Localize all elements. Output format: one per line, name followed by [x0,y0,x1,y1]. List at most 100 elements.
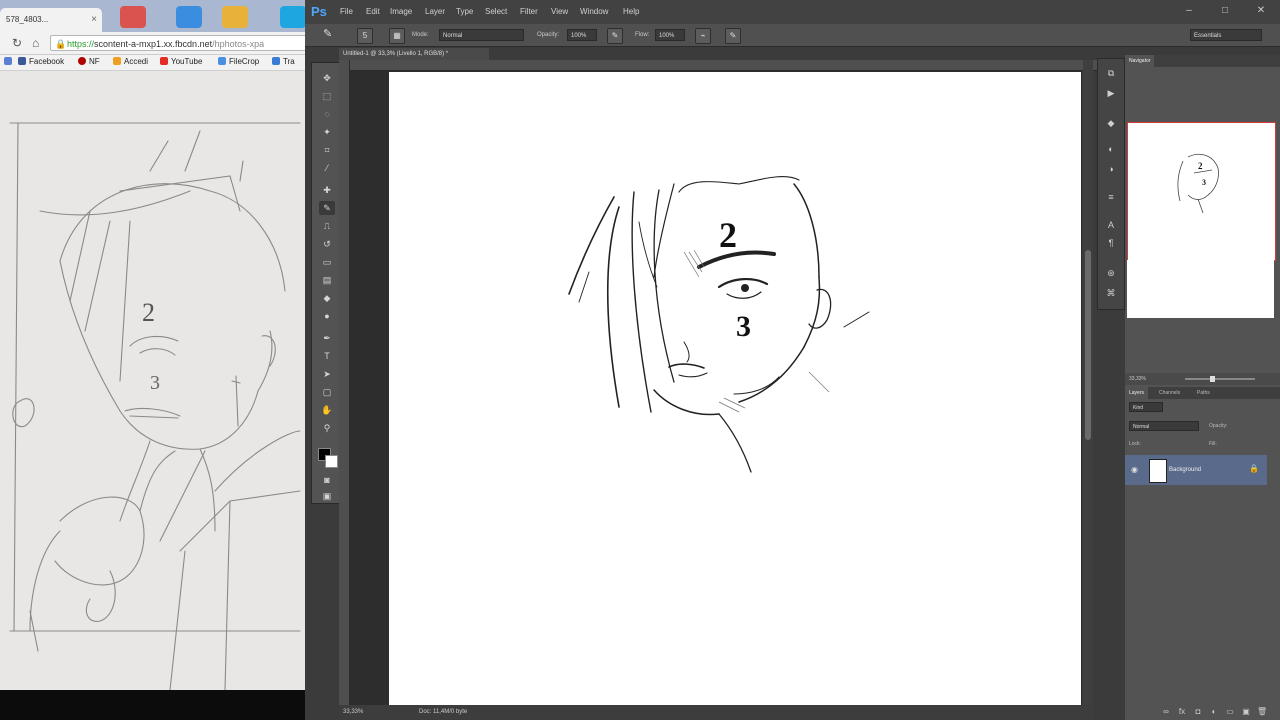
link-layers-icon[interactable]: ∞ [1161,707,1171,717]
brush-presets-icon[interactable]: ≡ [1104,191,1118,203]
add-mask-icon[interactable]: ◘ [1193,707,1203,717]
reload-icon[interactable]: ↻ [12,36,22,50]
document-tab[interactable]: Untitled-1 @ 33,3% (Livello 1, RGB/8) * [339,48,489,60]
move-tool-icon[interactable]: ✥ [319,71,335,85]
bookmark-item[interactable]: YouTube [160,57,202,66]
eye-icon[interactable]: ◉ [1131,465,1138,474]
navigator-preview[interactable]: 2 3 [1127,122,1276,261]
bookmark-apps[interactable] [4,57,15,66]
dodge-tool-icon[interactable]: ● [319,309,335,323]
marquee-tool-icon[interactable]: ⬚ [319,89,335,103]
layer-style-icon[interactable]: fx [1177,707,1187,717]
path-selection-tool-icon[interactable]: ➤ [319,367,335,381]
background-color-swatch[interactable] [325,455,338,468]
lasso-tool-icon[interactable]: ◌ [319,107,335,121]
zoom-tool-icon[interactable]: ⚲ [319,421,335,435]
menu-file[interactable]: File [340,0,353,24]
crop-tool-icon[interactable]: ⌗ [319,143,335,157]
document-canvas[interactable]: 2 3 [389,72,1081,705]
color-icon[interactable]: ◆ [1104,117,1118,129]
menu-type[interactable]: Type [456,0,473,24]
new-layer-icon[interactable]: ▣ [1241,707,1251,717]
layer-name[interactable]: Background [1169,455,1201,485]
actions-icon[interactable]: ▶ [1104,87,1118,99]
brush-panel-icon[interactable]: ▦ [389,28,405,44]
pinned-tab-icon[interactable] [120,6,146,28]
menu-filter[interactable]: Filter [520,0,538,24]
tab-channels[interactable]: Channels [1155,387,1184,399]
hand-tool-icon[interactable]: ✋ [319,403,335,417]
menu-image[interactable]: Image [390,0,412,24]
history-brush-tool-icon[interactable]: ↺ [319,237,335,251]
bookmark-item[interactable]: Accedi [113,57,148,66]
gradient-tool-icon[interactable]: ▤ [319,273,335,287]
pen-tool-icon[interactable]: ✒ [319,331,335,345]
brush-tool-icon[interactable]: ✎ [319,201,335,215]
opacity-field[interactable]: 100% [567,29,597,41]
close-icon[interactable]: ✕ [1243,0,1279,22]
scrollbar-thumb[interactable] [1085,250,1091,440]
pressure-size-icon[interactable]: ✎ [725,28,741,44]
minimize-icon[interactable]: – [1171,0,1207,22]
bookmark-item[interactable]: Facebook [18,57,64,66]
pressure-opacity-icon[interactable]: ✎ [607,28,623,44]
face-number-3: 3 [736,310,751,343]
navigator-zoom-value[interactable]: 33,33% [1129,373,1146,385]
options-bar: ✎ 5 ▦ Mode: Normal Opacity: 100% ✎ Flow:… [305,24,1280,47]
address-bar[interactable]: 🔒 https://scontent-a-mxp1.xx.fbcdn.net/h… [50,35,305,51]
adjustments-icon[interactable]: ◑ [1104,163,1118,175]
adjustment-layer-icon[interactable]: ◐ [1209,707,1219,717]
chrome-icon[interactable] [222,6,248,28]
new-group-icon[interactable]: ▭ [1225,707,1235,717]
tool-presets-icon[interactable]: ⌘ [1104,287,1118,299]
home-icon[interactable]: ⌂ [32,36,39,50]
swatches-icon[interactable]: ◐ [1104,143,1118,155]
skype-icon[interactable] [280,6,305,28]
clone-source-icon[interactable]: ⊛ [1104,267,1118,279]
eyedropper-tool-icon[interactable]: ⁄ [319,161,335,175]
menu-layer[interactable]: Layer [425,0,445,24]
menu-window[interactable]: Window [580,0,608,24]
close-icon[interactable]: × [91,8,97,32]
pencil-sketch-image: 2 3 [0,71,305,690]
pinned-tab-icon[interactable] [176,6,202,28]
blend-mode-dropdown[interactable]: Normal [1129,421,1199,431]
tab-layers[interactable]: Layers [1125,387,1149,399]
maximize-icon[interactable]: □ [1207,0,1243,22]
zoom-slider-handle[interactable] [1210,376,1215,382]
workspace-dropdown[interactable]: Essentials [1190,29,1262,41]
zoom-readout[interactable]: 33,33% [343,705,363,720]
screen-mode-icon[interactable]: ▣ [319,489,335,503]
quick-mask-icon[interactable]: ◙ [319,473,335,487]
bookmark-item[interactable]: NF [78,57,100,66]
layer-row-background[interactable]: ◉ Background 🔒 [1125,455,1267,485]
photoshop-logo-icon: Ps [311,4,327,19]
bookmark-item[interactable]: FileCrop [218,57,259,66]
blur-tool-icon[interactable]: ◆ [319,291,335,305]
zoom-slider[interactable] [1185,378,1255,380]
brush-size-picker[interactable]: 5 [357,28,373,44]
brush-tool-icon[interactable]: ✎ [323,27,332,40]
layer-filter-kind[interactable]: Kind [1129,402,1163,412]
type-tool-icon[interactable]: T [319,349,335,363]
shape-tool-icon[interactable]: ▢ [319,385,335,399]
tab-navigator[interactable]: Navigator [1125,55,1155,67]
bookmark-item[interactable]: Tra [272,57,295,66]
mode-dropdown[interactable]: Normal [439,29,524,41]
menu-help[interactable]: Help [623,0,639,24]
menu-select[interactable]: Select [485,0,507,24]
clone-stamp-tool-icon[interactable]: ⎍ [319,219,335,233]
menu-edit[interactable]: Edit [366,0,380,24]
tab-paths[interactable]: Paths [1193,387,1214,399]
eraser-tool-icon[interactable]: ▭ [319,255,335,269]
airbrush-icon[interactable]: ⌁ [695,28,711,44]
healing-brush-tool-icon[interactable]: ✚ [319,183,335,197]
menu-view[interactable]: View [551,0,568,24]
character-icon[interactable]: A [1104,219,1118,231]
paragraph-icon[interactable]: ¶ [1104,237,1118,249]
flow-field[interactable]: 100% [655,29,685,41]
history-icon[interactable]: ⧉ [1104,67,1118,79]
delete-layer-icon[interactable]: 🗑 [1257,707,1267,717]
quick-select-tool-icon[interactable]: ✦ [319,125,335,139]
browser-tab[interactable]: 578_4803... × [0,8,102,32]
